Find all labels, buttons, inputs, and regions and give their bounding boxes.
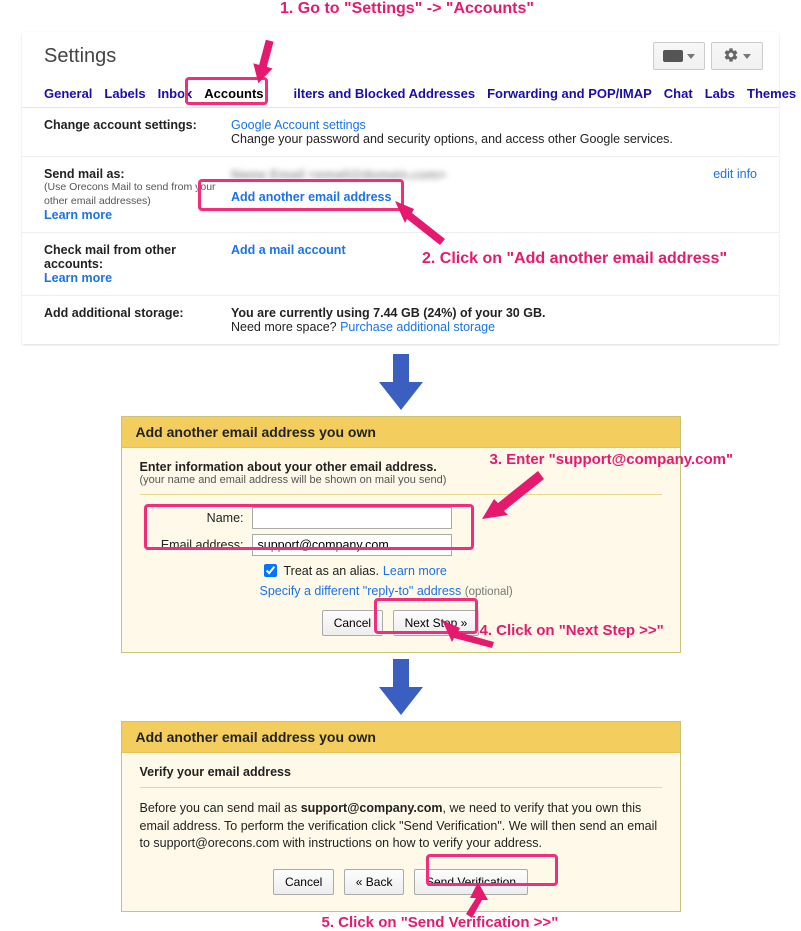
divider: [140, 787, 662, 788]
replyto-optional: (optional): [465, 586, 513, 598]
sendas-current-identity: Name Email <email@domain.com>: [231, 167, 675, 182]
verify-subhead: Verify your email address: [140, 765, 662, 779]
sendas-learn-more-link[interactable]: Learn more: [44, 208, 112, 222]
dialog-title: Add another email address you own: [122, 722, 680, 753]
cancel-button[interactable]: Cancel: [322, 610, 383, 636]
row-label: Add additional storage:: [44, 306, 219, 320]
tab-labs[interactable]: Labs: [705, 86, 735, 101]
name-input[interactable]: [252, 507, 452, 529]
next-step-button[interactable]: Next Step »: [393, 610, 480, 636]
google-account-settings-link[interactable]: Google Account settings: [231, 118, 366, 132]
checkmail-learn-more-link[interactable]: Learn more: [44, 271, 112, 285]
settings-panel: Settings General Labels Inbox Accounts i…: [22, 32, 779, 344]
verify-body: Before you can send mail as support@comp…: [140, 800, 662, 853]
send-verification-button[interactable]: Send Verification: [414, 869, 528, 895]
add-another-email-link[interactable]: Add another email address: [231, 190, 391, 204]
tab-inbox[interactable]: Inbox: [158, 86, 193, 101]
tab-labels[interactable]: Labels: [104, 86, 145, 101]
storage-total: 30 GB: [506, 306, 542, 320]
purchase-storage-link[interactable]: Purchase additional storage: [340, 320, 495, 334]
alias-text: Treat as an alias.: [284, 564, 379, 578]
verify-text-email: support@company.com: [301, 801, 443, 815]
annotation-step1: 1. Go to "Settings" -> "Accounts": [280, 0, 534, 18]
storage-text-pre: You are currently using: [231, 306, 373, 320]
flow-arrow-2: [10, 659, 791, 715]
replyto-link[interactable]: Specify a different "reply-to" address: [260, 584, 462, 598]
name-label: Name:: [140, 511, 252, 525]
tab-accounts[interactable]: Accounts: [204, 86, 263, 101]
verify-text-pre: Before you can send mail as: [140, 801, 301, 815]
change-account-desc: Change your password and security option…: [231, 132, 673, 146]
row-label: Check mail from other accounts:: [44, 243, 176, 271]
tab-themes[interactable]: Themes: [747, 86, 796, 101]
divider: [140, 494, 662, 495]
back-button[interactable]: « Back: [344, 869, 405, 895]
dialog-intro-sub: (your name and email address will be sho…: [140, 474, 662, 486]
edit-info-link[interactable]: edit info: [713, 167, 757, 181]
storage-used: 7.44 GB (24%): [373, 306, 456, 320]
input-tools-button[interactable]: [653, 42, 705, 70]
gear-icon: [723, 47, 739, 66]
row-storage: Add additional storage: You are currentl…: [22, 296, 779, 344]
tab-chat[interactable]: Chat: [664, 86, 693, 101]
tab-forwarding[interactable]: Forwarding and POP/IMAP: [487, 86, 652, 101]
add-mail-account-link[interactable]: Add a mail account: [231, 243, 346, 257]
keyboard-icon: [663, 50, 683, 62]
tab-filters[interactable]: ilters and Blocked Addresses: [294, 86, 476, 101]
verify-email-dialog: Add another email address you own Verify…: [121, 721, 681, 912]
row-label: Change account settings:: [44, 118, 219, 132]
row-change-account: Change account settings: Google Account …: [22, 108, 779, 157]
tab-general[interactable]: General: [44, 86, 92, 101]
email-label: Email address:: [140, 538, 252, 552]
row-label: Send mail as:: [44, 167, 125, 181]
flow-arrow-1: [10, 354, 791, 410]
dropdown-caret-icon: [687, 54, 695, 59]
annotation-step5: 5. Click on "Send Verification >>": [322, 914, 559, 931]
row-sublabel: (Use Orecons Mail to send from your othe…: [44, 181, 219, 208]
dialog-title: Add another email address you own: [122, 417, 680, 448]
storage-text-mid: of your: [457, 306, 506, 320]
page-title: Settings: [44, 45, 116, 68]
row-send-mail-as: Send mail as: (Use Orecons Mail to send …: [22, 157, 779, 233]
dialog-intro-head: Enter information about your other email…: [140, 460, 662, 474]
cancel-button[interactable]: Cancel: [273, 869, 334, 895]
alias-checkbox[interactable]: [264, 564, 277, 577]
storage-need-more: Need more space?: [231, 320, 340, 334]
email-input[interactable]: [252, 534, 452, 556]
alias-learn-more-link[interactable]: Learn more: [383, 564, 447, 578]
add-email-dialog: Add another email address you own Enter …: [121, 416, 681, 653]
row-check-mail: Check mail from other accounts: Learn mo…: [22, 233, 779, 296]
settings-gear-button[interactable]: [711, 42, 763, 70]
dropdown-caret-icon: [743, 54, 751, 59]
settings-tabs: General Labels Inbox Accounts ilters and…: [22, 78, 779, 108]
